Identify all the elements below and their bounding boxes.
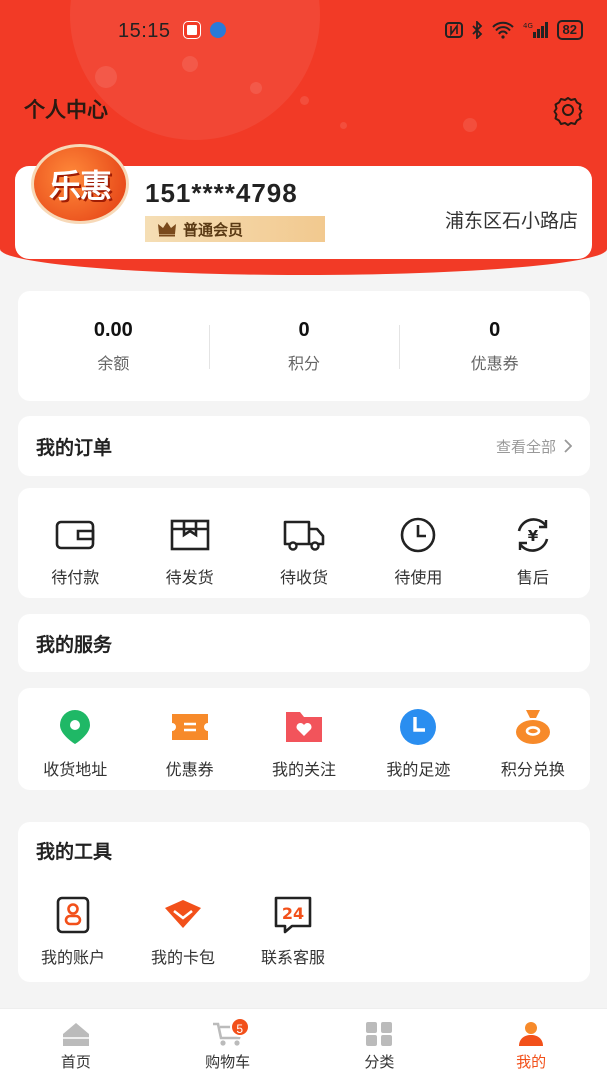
view-all-label: 查看全部: [495, 438, 556, 456]
tab-label: 我的: [516, 1054, 547, 1071]
settings-gear-icon[interactable]: [551, 93, 585, 127]
stat-label: 余额: [97, 355, 130, 373]
tools-section: 我的工具 我的账户 我的卡包 24 联系客服: [18, 822, 590, 982]
history-icon: [400, 709, 437, 745]
home-icon: [62, 1023, 89, 1046]
user-phone: 151****4798: [145, 178, 298, 208]
cart-count-badge: 5: [229, 1017, 250, 1037]
stat-value: 0: [489, 318, 501, 341]
clock-icon: [401, 517, 436, 553]
bluetooth-icon: [471, 21, 482, 39]
truck-icon: [283, 520, 325, 551]
service-history[interactable]: 我的足迹: [361, 706, 475, 780]
account-stats: 0.00 余额 0 积分 0 优惠券: [18, 291, 590, 401]
stat-label: 积分: [288, 355, 321, 373]
service-follows[interactable]: 我的关注: [247, 706, 361, 780]
stat-value: 0: [298, 318, 310, 341]
order-pending-shipment[interactable]: 待发货: [132, 514, 246, 588]
account-icon: [56, 896, 90, 934]
tab-label: 分类: [364, 1054, 395, 1071]
order-label: 待使用: [394, 570, 443, 587]
refund-icon: ¥: [517, 518, 549, 552]
order-pending-payment[interactable]: 待付款: [18, 514, 132, 588]
services-title: 我的服务: [36, 634, 113, 656]
notification-icon: [184, 22, 200, 38]
card-pack-icon: [165, 900, 201, 928]
support-24-icon: 24: [274, 896, 312, 934]
svg-text:¥: ¥: [528, 527, 539, 545]
signal-icon: 4G: [523, 22, 548, 38]
profile-card[interactable]: 乐惠 151****4798 普通会员 浦东区石小路店: [15, 144, 592, 259]
order-pending-receipt[interactable]: 待收货: [247, 514, 361, 588]
tab-mine[interactable]: 我的: [455, 1009, 607, 1080]
avatar[interactable]: 乐惠: [31, 144, 129, 224]
tools-title: 我的工具: [36, 841, 113, 863]
service-label: 积分兑换: [500, 762, 565, 779]
status-time: 15:15: [118, 20, 171, 42]
tab-category[interactable]: 分类: [304, 1009, 456, 1080]
stat-label: 优惠券: [470, 355, 519, 373]
svg-text:4G: 4G: [523, 22, 533, 30]
services-grid: 收货地址 优惠券 我的关注 我的足迹 积分兑换: [18, 688, 590, 790]
service-coupons[interactable]: 优惠券: [132, 706, 246, 780]
status-bar: 15:15 4G 82: [0, 0, 607, 62]
bottom-tab-bar: 首页 5 购物车 分类 我的: [0, 1008, 607, 1080]
stat-value: 0.00: [93, 318, 133, 341]
chevron-right-icon: [564, 439, 572, 453]
services-header: 我的服务: [18, 614, 590, 672]
heart-folder-icon: [286, 712, 323, 742]
tool-label: 联系客服: [260, 950, 325, 967]
page-title: 个人中心: [24, 99, 108, 122]
svg-text:24: 24: [282, 904, 304, 923]
store-name[interactable]: 浦东区石小路店: [445, 206, 578, 233]
nfc-icon: [444, 22, 463, 38]
orders-header: 我的订单 查看全部: [18, 416, 590, 476]
tab-label: 购物车: [205, 1054, 251, 1071]
service-label: 我的足迹: [386, 762, 451, 779]
orders-grid: 待付款 待发货 待收货 待使用 ¥ 售后: [18, 488, 590, 598]
stat-coupons[interactable]: 0 优惠券: [399, 319, 590, 374]
order-label: 待收货: [280, 570, 329, 587]
tool-label: 我的卡包: [150, 950, 215, 967]
order-pending-use[interactable]: 待使用: [361, 514, 475, 588]
box-icon: [170, 519, 209, 551]
category-icon: [366, 1022, 393, 1046]
service-points-exchange[interactable]: 积分兑换: [476, 706, 590, 780]
member-badge[interactable]: 普通会员: [145, 216, 325, 242]
user-icon: [519, 1022, 544, 1046]
service-label: 我的关注: [272, 762, 337, 779]
stat-points[interactable]: 0 积分: [208, 318, 400, 374]
wifi-icon: [491, 21, 514, 39]
order-label: 待付款: [51, 570, 100, 587]
view-all-orders-link[interactable]: 查看全部: [496, 436, 572, 457]
app-notification-icon: [210, 22, 226, 38]
wallet-icon: [55, 520, 95, 550]
tab-label: 首页: [60, 1054, 91, 1071]
avatar-logo-text: 乐惠: [48, 168, 112, 204]
tab-home[interactable]: 首页: [0, 1009, 152, 1080]
service-label: 收货地址: [43, 762, 108, 779]
tool-account[interactable]: 我的账户: [18, 894, 128, 968]
order-label: 售后: [516, 570, 549, 587]
member-level-label: 普通会员: [183, 221, 244, 239]
tool-card-pack[interactable]: 我的卡包: [128, 894, 238, 968]
location-icon: [60, 710, 91, 744]
ticket-icon: [171, 714, 208, 740]
crown-icon: [158, 222, 176, 237]
order-after-sales[interactable]: ¥ 售后: [476, 514, 590, 588]
battery-indicator: 82: [556, 20, 583, 40]
orders-title: 我的订单: [36, 437, 113, 459]
tool-customer-service[interactable]: 24 联系客服: [238, 894, 348, 968]
tab-cart[interactable]: 5 购物车: [152, 1009, 304, 1080]
money-bag-icon: [515, 710, 550, 744]
stat-balance[interactable]: 0.00 余额: [18, 319, 209, 374]
order-label: 待发货: [165, 570, 214, 587]
service-address[interactable]: 收货地址: [18, 706, 132, 780]
service-label: 优惠券: [165, 762, 214, 779]
tool-label: 我的账户: [40, 950, 105, 967]
